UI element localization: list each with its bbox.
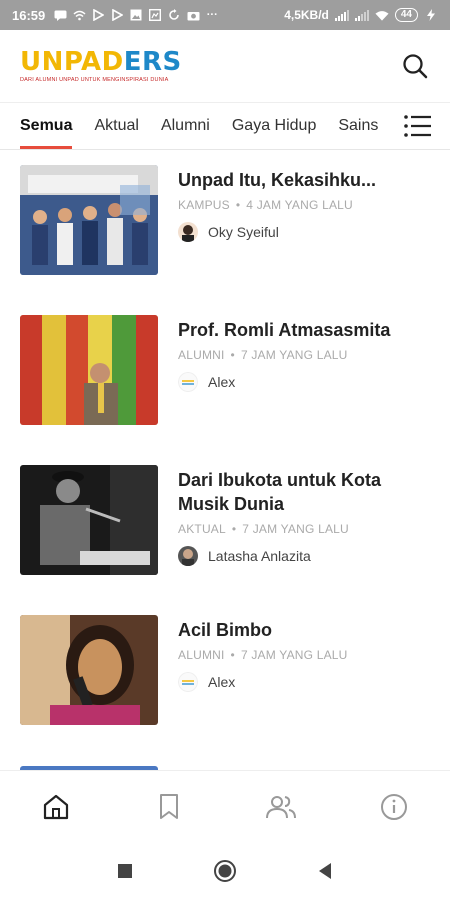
article-author[interactable]: Oky Syeiful (178, 222, 430, 242)
signal-icon (334, 9, 349, 21)
article-category: ALUMNI (178, 648, 225, 662)
wifi-icon (72, 9, 86, 21)
tab-semua[interactable]: Semua (20, 103, 73, 149)
nav-info-button[interactable] (364, 782, 424, 832)
article-thumbnail[interactable] (20, 465, 158, 575)
nav-home-button[interactable] (26, 782, 86, 832)
article-item[interactable]: Unpad Itu, Kekasihku... KAMPUS • 4 JAM Y… (0, 150, 450, 300)
app-header: UNPADERS DARI ALUMNI UNPAD UNTUK MENGINS… (0, 30, 450, 102)
home-circle-icon (214, 860, 236, 882)
status-time: 16:59 (12, 7, 46, 23)
avatar (178, 672, 198, 692)
article-item[interactable]: Acil Bimbo ALUMNI • 7 JAM YANG LALU Alex (0, 600, 450, 750)
wifi-icon (375, 9, 389, 21)
play-icon (110, 9, 124, 21)
logo-tagline: DARI ALUMNI UNPAD UNTUK MENGINSPIRASI DU… (20, 77, 169, 83)
home-icon (44, 794, 69, 819)
cast-icon (148, 9, 162, 21)
charging-icon (424, 9, 438, 21)
info-icon (380, 793, 407, 820)
author-name: Oky Syeiful (208, 224, 279, 240)
article-category: AKTUAL (178, 522, 226, 536)
article-list[interactable]: Unpad Itu, Kekasihku... KAMPUS • 4 JAM Y… (0, 150, 450, 770)
article-info: Unpad Itu, Kekasihku... KAMPUS • 4 JAM Y… (178, 165, 430, 300)
category-menu-button[interactable] (398, 106, 438, 146)
signal-icon (354, 9, 369, 21)
system-navigation (0, 842, 450, 900)
back-icon (319, 863, 331, 879)
back-button[interactable] (310, 856, 340, 886)
article-thumbnail[interactable] (20, 315, 158, 425)
article-item[interactable]: Prof. Romli Atmasasmita ALUMNI • 7 JAM Y… (0, 300, 450, 450)
search-button[interactable] (400, 51, 430, 81)
gallery-icon (129, 9, 143, 21)
camera-icon (186, 9, 200, 21)
tab-sains[interactable]: Sains (338, 103, 378, 149)
avatar (178, 222, 198, 242)
tab-scroll[interactable]: Semua Aktual Alumni Gaya Hidup Sains (0, 103, 388, 149)
meta-separator: • (235, 198, 241, 212)
article-meta: KAMPUS • 4 JAM YANG LALU (178, 198, 430, 212)
author-name: Alex (208, 674, 236, 690)
status-right: 4,5KB/d 44 (284, 8, 438, 22)
article-info: Prof. Romli Atmasasmita ALUMNI • 7 JAM Y… (178, 315, 430, 450)
more-icon: ··· (206, 9, 218, 21)
tab-alumni[interactable]: Alumni (161, 103, 210, 149)
nav-users-button[interactable] (251, 782, 311, 832)
bookmark-icon (159, 793, 178, 819)
article-author[interactable]: Alex (178, 672, 430, 692)
battery-indicator: 44 (394, 8, 418, 22)
article-category: ALUMNI (178, 348, 225, 362)
avatar (178, 546, 198, 566)
article-time: 7 JAM YANG LALU (240, 648, 348, 662)
search-icon (403, 54, 428, 79)
article-info: Dari Ibukota untuk Kota Musik Dunia AKTU… (178, 465, 430, 600)
recents-button[interactable] (110, 856, 140, 886)
article-title[interactable]: Prof. Romli Atmasasmita (178, 318, 430, 342)
article-item[interactable]: Dari Ibukota untuk Kota Musik Dunia AKTU… (0, 450, 450, 600)
article-title[interactable]: Acil Bimbo (178, 618, 430, 642)
article-info: Acil Bimbo ALUMNI • 7 JAM YANG LALU Alex (178, 615, 430, 750)
article-meta: ALUMNI • 7 JAM YANG LALU (178, 348, 430, 362)
article-author[interactable]: Alex (178, 372, 430, 392)
article-title[interactable]: Dari Ibukota untuk Kota Musik Dunia (178, 468, 430, 516)
app-logo[interactable]: UNPADERS DARI ALUMNI UNPAD UNTUK MENGINS… (20, 49, 182, 83)
play-icon (91, 9, 105, 21)
author-name: Latasha Anlazita (208, 548, 311, 564)
article-meta: ALUMNI • 7 JAM YANG LALU (178, 648, 430, 662)
tab-aktual[interactable]: Aktual (94, 103, 138, 149)
status-notification-icons: ··· (53, 9, 219, 21)
bottom-navigation (0, 770, 450, 842)
meta-separator: • (230, 348, 235, 362)
logo-wordmark: UNPADERS (20, 47, 182, 77)
article-thumbnail[interactable] (20, 615, 158, 725)
category-tabs: Semua Aktual Alumni Gaya Hidup Sains (0, 102, 450, 150)
article-title[interactable]: Unpad Itu, Kekasihku... (178, 168, 430, 192)
author-name: Alex (208, 374, 236, 390)
article-category: KAMPUS (178, 198, 230, 212)
net-speed: 4,5KB/d (284, 8, 329, 22)
menu-list-icon (404, 115, 431, 137)
system-home-button[interactable] (210, 856, 240, 886)
article-time: 4 JAM YANG LALU (246, 198, 353, 212)
article-author[interactable]: Latasha Anlazita (178, 546, 430, 566)
recents-icon (118, 864, 132, 878)
tab-gaya-hidup[interactable]: Gaya Hidup (232, 103, 317, 149)
article-time: 7 JAM YANG LALU (240, 348, 348, 362)
status-bar: 16:59 ··· 4,5KB/d 44 (0, 0, 450, 30)
avatar (178, 372, 198, 392)
article-thumbnail[interactable] (20, 165, 158, 275)
sync-icon (167, 9, 181, 21)
meta-separator: • (230, 648, 235, 662)
nav-bookmark-button[interactable] (139, 782, 199, 832)
chat-icon (53, 9, 67, 21)
article-meta: AKTUAL • 7 JAM YANG LALU (178, 522, 430, 536)
meta-separator: • (231, 522, 237, 536)
users-icon (266, 795, 297, 818)
article-time: 7 JAM YANG LALU (242, 522, 349, 536)
